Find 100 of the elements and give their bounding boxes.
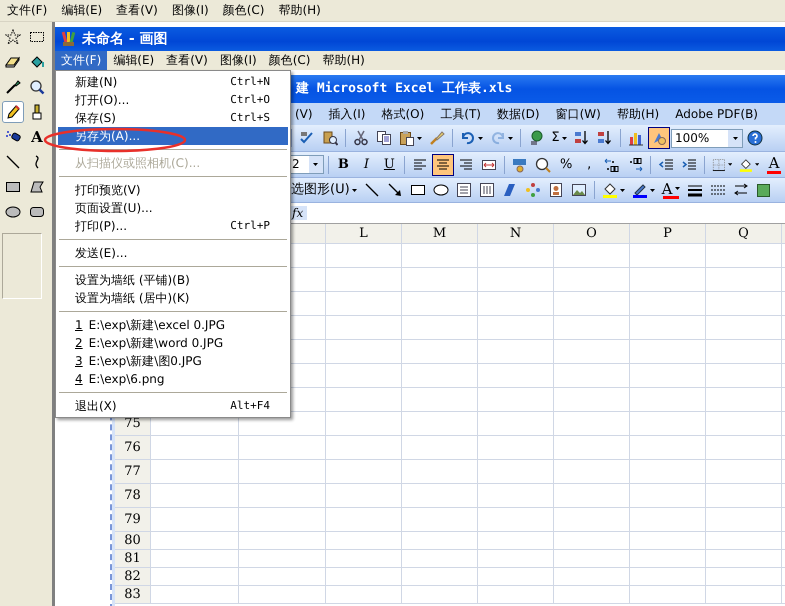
grid-cell[interactable]	[326, 532, 402, 550]
grid-cell[interactable]	[554, 586, 630, 604]
grid-cell[interactable]	[630, 244, 706, 268]
grid-cell[interactable]	[402, 550, 478, 568]
recent-file-item[interactable]: 4 E:\exp\6.png	[58, 370, 288, 388]
grid-cell[interactable]	[630, 292, 706, 316]
grid-cell[interactable]	[478, 532, 554, 550]
row-header[interactable]: 82	[115, 568, 151, 586]
grid-cell[interactable]	[239, 586, 326, 604]
grid-cell[interactable]	[630, 586, 706, 604]
grid-cell[interactable]	[402, 484, 478, 508]
menu-item[interactable]: 数据(D)	[490, 106, 547, 122]
grid-cell[interactable]	[239, 532, 326, 550]
zoom-field[interactable]: 100%	[671, 128, 743, 148]
grid-cell[interactable]	[554, 532, 630, 550]
menu-item[interactable]: 设置为墙纸 (居中)(K)	[58, 289, 288, 307]
row-header[interactable]: 78	[115, 484, 151, 508]
grid-cell[interactable]	[478, 412, 554, 436]
grid-cell[interactable]	[706, 292, 782, 316]
grid-cell[interactable]	[630, 412, 706, 436]
grid-cell[interactable]	[478, 268, 554, 292]
grid-cell[interactable]	[151, 436, 239, 460]
menu-item[interactable]: 打印(P)... Ctrl+P	[58, 217, 288, 235]
grid-cell[interactable]	[326, 316, 402, 340]
grid-cell[interactable]	[478, 484, 554, 508]
grid-cell[interactable]	[239, 436, 326, 460]
grid-cell[interactable]	[326, 436, 402, 460]
grid-cell[interactable]	[151, 484, 239, 508]
grid-cell[interactable]	[402, 340, 478, 364]
grid-cell[interactable]	[239, 550, 326, 568]
menu-item[interactable]: 打印预览(V)	[58, 181, 288, 199]
menu-item[interactable]: 文件(F)	[0, 3, 54, 18]
menu-item[interactable]: 图像(I)	[164, 3, 216, 18]
grid-cell[interactable]	[326, 508, 402, 532]
menu-item[interactable]: 退出(X) Alt+F4	[58, 397, 288, 415]
menu-item[interactable]: 页面设置(U)...	[58, 199, 288, 217]
menu-item[interactable]: 文件(F)	[55, 51, 108, 70]
grid-cell[interactable]	[326, 388, 402, 412]
grid-cell[interactable]	[326, 484, 402, 508]
grid-cell[interactable]	[326, 268, 402, 292]
font-color-button[interactable]: A	[763, 154, 785, 176]
pencil-tool[interactable]	[2, 101, 24, 123]
grid-cell[interactable]	[326, 586, 402, 604]
grid-cell[interactable]	[402, 568, 478, 586]
menu-item[interactable]: 编辑(E)	[54, 3, 110, 18]
grid-cell[interactable]	[402, 412, 478, 436]
row-header[interactable]: 77	[115, 460, 151, 484]
menu-item[interactable]: 编辑(E)	[107, 51, 160, 70]
autosum-button[interactable]: Σ	[548, 127, 570, 149]
grid-cell[interactable]	[402, 586, 478, 604]
grid-cell[interactable]	[630, 508, 706, 532]
menu-item[interactable]: 帮助(H)	[316, 51, 371, 70]
column-header[interactable]: Q	[706, 224, 782, 244]
row-header[interactable]: 76	[115, 436, 151, 460]
grid-cell[interactable]	[326, 292, 402, 316]
column-header[interactable]: L	[326, 224, 402, 244]
grid-cell[interactable]	[706, 532, 782, 550]
grid-cell[interactable]	[706, 586, 782, 604]
grid-cell[interactable]	[630, 550, 706, 568]
grid-cell[interactable]	[239, 460, 326, 484]
percent-button[interactable]: %	[555, 154, 578, 176]
menu-item[interactable]: 颜色(C)	[216, 3, 272, 18]
menu-item[interactable]: 新建(N) Ctrl+N	[58, 73, 288, 91]
grid-cell[interactable]	[478, 244, 554, 268]
grid-cell[interactable]	[402, 268, 478, 292]
recent-file-item[interactable]: 3 E:\exp\新建\图0.JPG	[58, 352, 288, 370]
grid-cell[interactable]	[478, 460, 554, 484]
grid-cell[interactable]	[706, 412, 782, 436]
menu-item[interactable]: 插入(I)	[322, 106, 372, 122]
grid-cell[interactable]	[151, 460, 239, 484]
grid-cell[interactable]	[239, 508, 326, 532]
grid-cell[interactable]	[402, 532, 478, 550]
drawing-button[interactable]	[648, 127, 670, 149]
grid-cell[interactable]	[151, 586, 239, 604]
grid-cell[interactable]	[326, 460, 402, 484]
grid-cell[interactable]	[630, 460, 706, 484]
menu-item[interactable]: 帮助(H)	[610, 106, 666, 122]
menu-item[interactable]: 发送(E)...	[58, 244, 288, 262]
grid-cell[interactable]	[402, 388, 478, 412]
grid-cell[interactable]	[478, 292, 554, 316]
grid-cell[interactable]	[151, 568, 239, 586]
grid-cell[interactable]	[554, 244, 630, 268]
grid-cell[interactable]	[630, 388, 706, 412]
row-header[interactable]: 81	[115, 550, 151, 568]
grid-cell[interactable]	[630, 268, 706, 292]
grid-cell[interactable]	[706, 436, 782, 460]
grid-cell[interactable]	[554, 340, 630, 364]
italic-button[interactable]: I	[355, 154, 378, 176]
grid-cell[interactable]	[402, 364, 478, 388]
grid-cell[interactable]	[151, 550, 239, 568]
menu-item[interactable]: 格式(O)	[374, 106, 432, 122]
menu-item[interactable]: 打开(O)... Ctrl+O	[58, 91, 288, 109]
row-header[interactable]: 80	[115, 532, 151, 550]
comma-style-button[interactable]: ,	[578, 154, 600, 176]
grid-cell[interactable]	[151, 508, 239, 532]
underline-button[interactable]: U	[378, 154, 400, 176]
grid-cell[interactable]	[402, 508, 478, 532]
grid-cell[interactable]	[630, 568, 706, 586]
menu-item[interactable]: 保存(S) Ctrl+S	[58, 109, 288, 127]
grid-cell[interactable]	[706, 364, 782, 388]
